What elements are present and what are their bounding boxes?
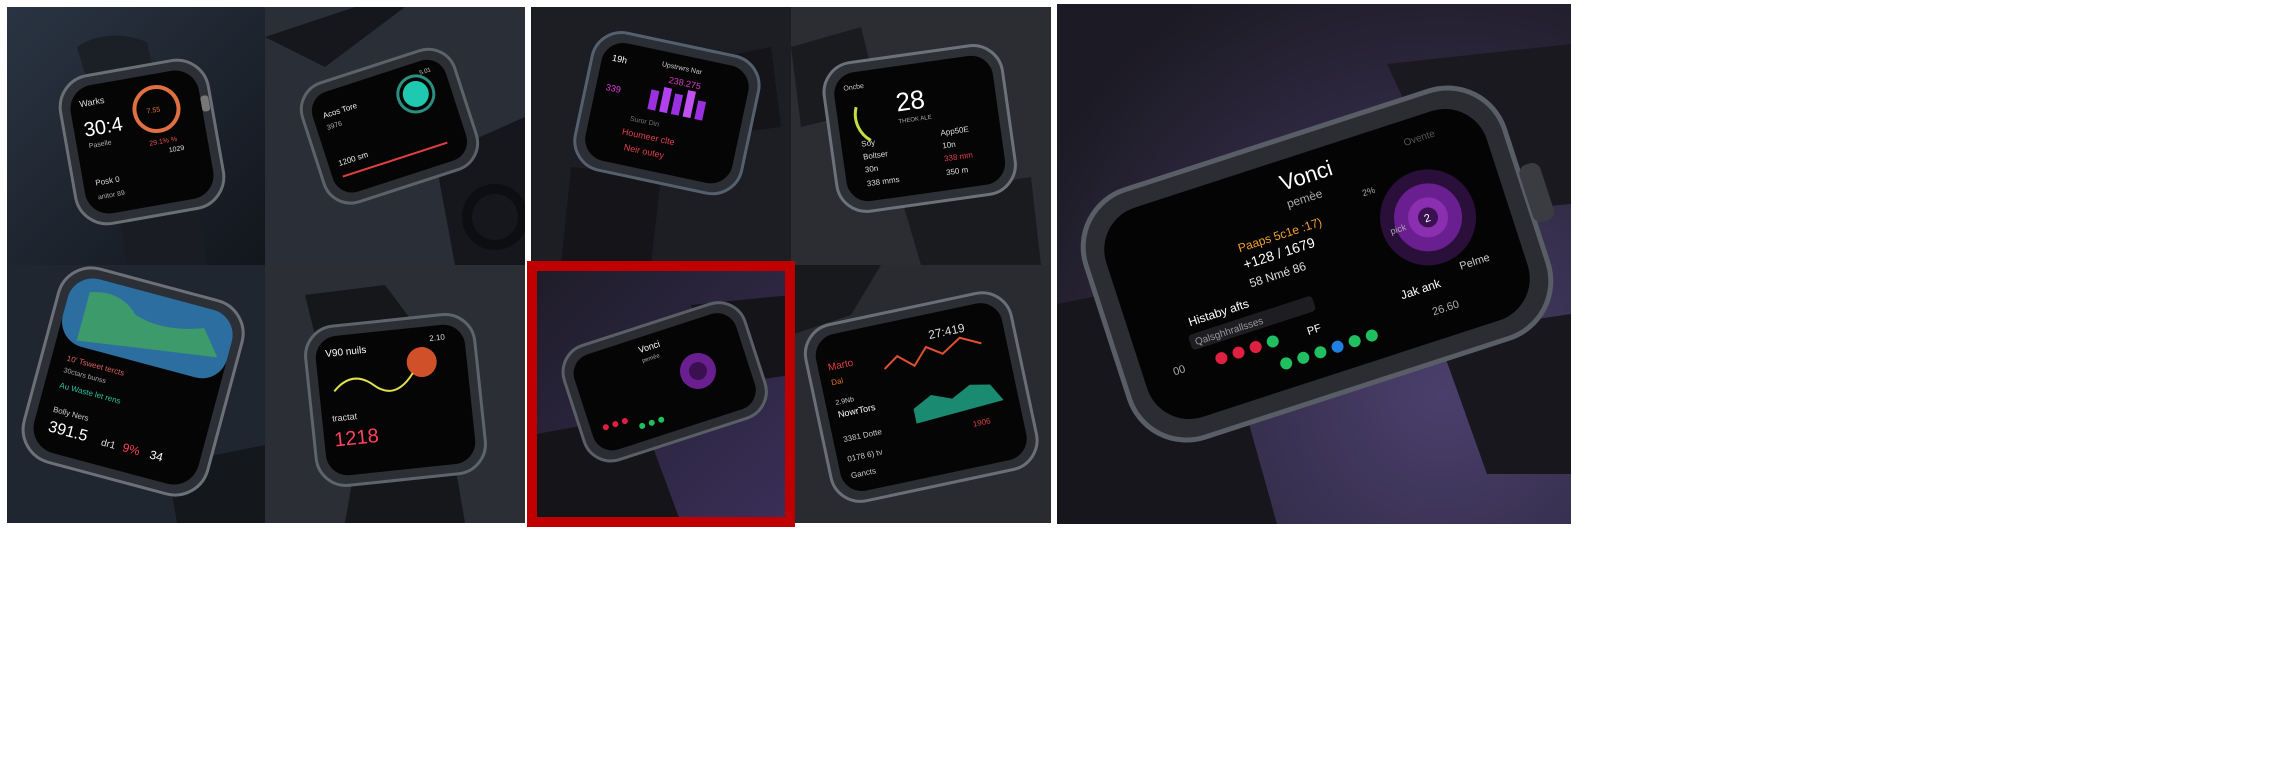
watch-screen-text: 10n — [942, 140, 956, 151]
watch-photo-4: Oncbe 28 THEOK ALE Soy App50E Boltser 10… — [791, 7, 1051, 265]
watch-photo-2: Acos Tore 3976 1200 sm 5.01 — [265, 7, 525, 265]
watch-large-view: Vonci pemèe Ovente Paaps 5c1e :17) +128 … — [1057, 4, 1571, 524]
watch-screen-text: 30n — [864, 164, 878, 175]
watch-photo-1: Warks 30:4 Paselle 7.55 29.1% % 1029 Pos… — [7, 7, 265, 265]
watch-photo-7[interactable]: Vonci pemèe — [531, 265, 791, 523]
watch-photo-5: 10' Tsweet tercts 30ctars bunss Au Waste… — [7, 265, 265, 523]
watch-screen-text: 1218 — [333, 425, 380, 452]
watch-screen-text: Soy — [861, 138, 876, 149]
watch-photo-8: 27:419 Marto Dal 2.9Nb NowrTors 3381 Dot… — [791, 265, 1051, 523]
watch-screen-text: 2.10 — [429, 332, 446, 343]
watch-photo-3: 19h Upstrwrs Nar 238.275 339 Suror Din H… — [531, 7, 791, 265]
watch-screen-text: 28 — [894, 84, 927, 118]
watch-photo-6: V90 nuils 2.10 tractat 1218 — [265, 265, 525, 523]
